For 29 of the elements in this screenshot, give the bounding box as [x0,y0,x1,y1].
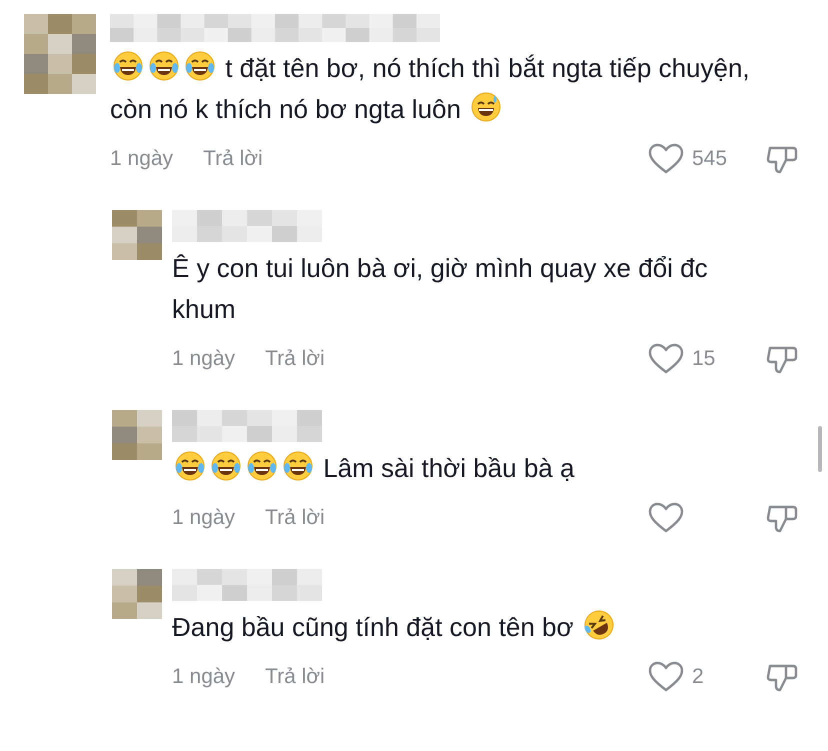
laughing-tears-emoji-icon [112,50,144,82]
like-count: 2 [692,665,704,688]
comment-text: t đặt tên bơ, nó thích thì bắt ngta tiếp chuyện, còn nó k thích nó bơ ngta luôn [110,48,778,130]
sweat-smile-emoji-icon [470,91,502,123]
like-count: 545 [692,147,728,170]
laughing-tears-emoji-icon [246,450,278,482]
comment-time: 1 ngày [172,506,236,530]
laughing-tears-emoji-icon [210,450,242,482]
heart-icon[interactable] [648,502,684,534]
heart-icon[interactable] [648,343,684,375]
laughing-tears-emoji-icon [184,50,216,82]
comment-time: 1 ngày [172,665,236,689]
scrollbar [818,426,822,472]
rolling-laughing-emoji-icon [582,609,615,641]
reply-link[interactable]: Trả lời [265,506,325,530]
comment-text: Đang bầu cũng tính đặt con tên bơ [172,607,762,648]
laughing-tears-emoji-icon [282,450,314,482]
reply-link[interactable]: Trả lời [265,665,325,689]
laughing-tears-emoji-icon [148,50,180,82]
like-count: 15 [692,347,716,370]
comment-time: 1 ngày [110,147,174,171]
laughing-tears-emoji-icon [174,450,206,482]
heart-icon[interactable] [648,661,684,693]
reply-link[interactable]: Trả lời [203,147,263,171]
comment-text: Ê y con tui luôn bà ơi, giờ mình quay xe đổi đc khum [172,252,709,326]
comment-text: Lâm sài thời bầu bà ạ [172,448,762,489]
reply-link[interactable]: Trả lời [265,347,325,371]
comment-time: 1 ngày [172,347,236,371]
heart-icon[interactable] [648,143,684,175]
